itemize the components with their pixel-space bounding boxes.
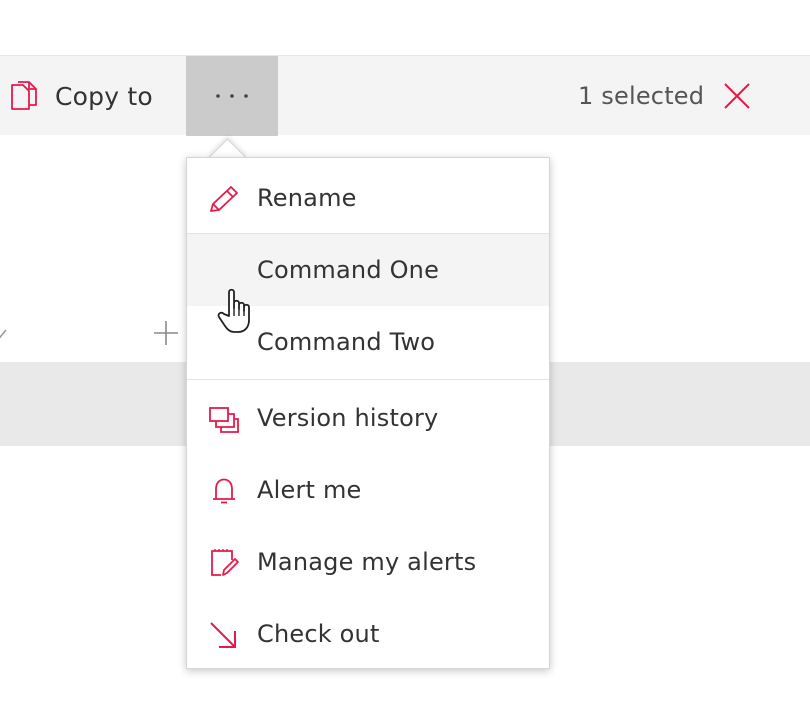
copy-to-label: Copy to	[55, 81, 153, 111]
checkmark-icon[interactable]	[0, 316, 12, 346]
menu-divider	[187, 379, 549, 380]
menu-item-label: Command Two	[257, 328, 436, 356]
context-menu: Rename Command One Command Two Version h…	[186, 157, 550, 669]
copy-to-button[interactable]: Copy to	[0, 56, 153, 136]
menu-item-manage-my-alerts[interactable]: Manage my alerts	[187, 526, 549, 598]
menu-item-rename[interactable]: Rename	[187, 162, 549, 234]
selected-count: 1 selected	[578, 82, 705, 110]
more-options-button[interactable]	[186, 56, 278, 136]
menu-item-label: Version history	[257, 404, 439, 432]
selection-status: 1 selected	[578, 56, 752, 136]
copy-icon	[11, 81, 37, 110]
pencil-icon	[206, 184, 242, 214]
version-history-icon	[206, 404, 242, 434]
menu-item-command-two[interactable]: Command Two	[187, 306, 549, 378]
command-bar: Copy to 1 selected	[0, 55, 810, 136]
close-icon	[724, 83, 750, 109]
menu-item-command-one[interactable]: Command One	[187, 234, 549, 306]
check-out-arrow-icon	[206, 620, 242, 650]
menu-item-label: Check out	[257, 620, 380, 648]
bell-icon	[206, 476, 242, 506]
ellipsis-icon	[216, 94, 248, 98]
menu-item-label: Manage my alerts	[257, 548, 477, 576]
manage-alerts-icon	[206, 548, 242, 578]
clear-selection-button[interactable]	[722, 81, 752, 111]
plus-icon[interactable]	[151, 318, 181, 348]
menu-item-check-out[interactable]: Check out	[187, 598, 549, 670]
menu-item-alert-me[interactable]: Alert me	[187, 454, 549, 526]
menu-item-version-history[interactable]: Version history	[187, 382, 549, 454]
page: Copy to 1 selected Rename Command One Co…	[0, 0, 810, 718]
menu-item-label: Alert me	[257, 476, 362, 504]
menu-item-label: Rename	[257, 184, 357, 212]
menu-item-label: Command One	[257, 256, 440, 284]
